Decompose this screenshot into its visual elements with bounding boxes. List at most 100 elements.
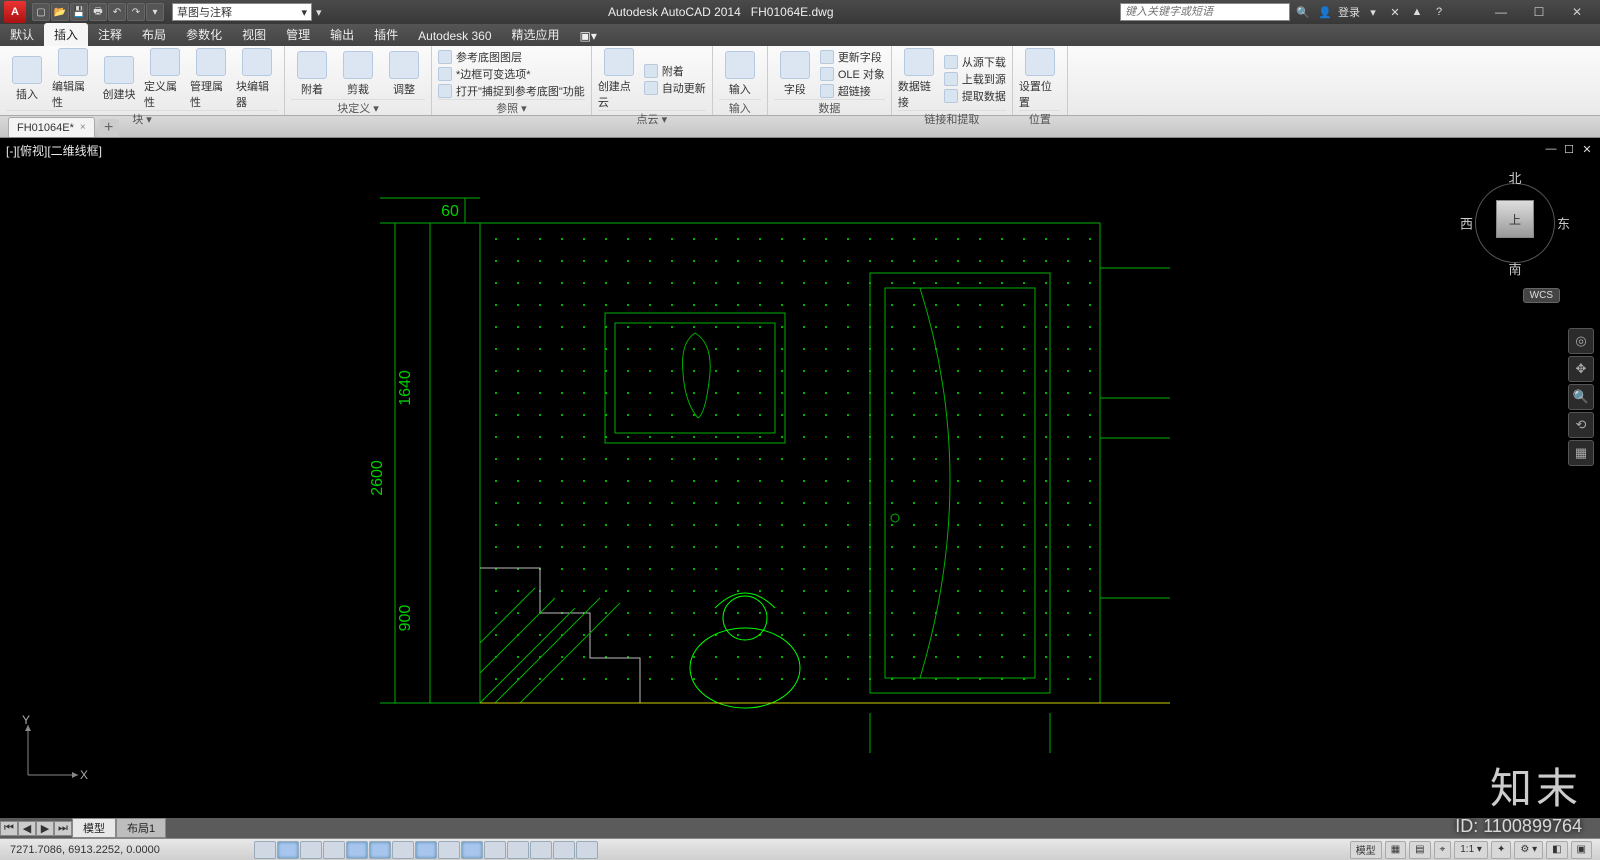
qat-undo-icon[interactable]: ↶	[108, 3, 126, 21]
nav-showmotion-icon[interactable]: ▦	[1568, 440, 1594, 466]
toggle-tpy[interactable]	[507, 841, 529, 859]
create-block-button[interactable]: 创建块	[98, 56, 140, 102]
minimize-button[interactable]: —	[1482, 2, 1520, 22]
insert-block-button[interactable]: 插入	[6, 56, 48, 102]
qat-new-icon[interactable]: ▢	[32, 3, 50, 21]
toggle-grid[interactable]	[300, 841, 322, 859]
wcs-badge[interactable]: WCS	[1523, 288, 1560, 303]
snap-underlay-button[interactable]: 打开"捕捉到参考底图"功能	[438, 83, 585, 99]
annotation-scale-button[interactable]: 1:1 ▾	[1454, 841, 1488, 859]
workspace-gear-icon[interactable]: ✦	[1491, 841, 1511, 859]
tab-a360[interactable]: Autodesk 360	[408, 26, 501, 46]
toggle-polar[interactable]	[346, 841, 368, 859]
tab-annotate[interactable]: 注释	[88, 23, 132, 46]
create-pointcloud-button[interactable]: 创建点云	[598, 48, 640, 110]
tab-view[interactable]: 视图	[232, 23, 276, 46]
search-icon[interactable]: 🔍	[1294, 3, 1312, 21]
panel-title[interactable]: 点云 ▾	[598, 110, 706, 126]
toggle-lwt[interactable]	[484, 841, 506, 859]
upload-source-button[interactable]: 上载到源	[944, 71, 1006, 87]
update-fields-button[interactable]: 更新字段	[820, 49, 885, 65]
set-location-button[interactable]: 设置位置	[1019, 48, 1061, 110]
tab-expand-icon[interactable]: ▣▾	[570, 26, 607, 46]
panel-title[interactable]: 块定义 ▾	[291, 99, 425, 115]
app-logo[interactable]: A	[4, 1, 26, 23]
tab-parametric[interactable]: 参数化	[176, 23, 232, 46]
modelspace-button[interactable]: 模型	[1350, 841, 1382, 859]
viewcube-north[interactable]: 北	[1508, 168, 1521, 187]
toggle-infer[interactable]	[254, 841, 276, 859]
clip-button[interactable]: 剪裁	[337, 51, 379, 97]
download-source-button[interactable]: 从源下载	[944, 54, 1006, 70]
edit-attr-button[interactable]: 编辑属性	[52, 48, 94, 110]
viewcube-south[interactable]: 南	[1508, 259, 1521, 278]
import-button[interactable]: 输入	[719, 51, 761, 97]
exchange-icon[interactable]: ✕	[1386, 3, 1404, 21]
nav-orbit-icon[interactable]: ⟲	[1568, 412, 1594, 438]
tab-addins[interactable]: 插件	[364, 23, 408, 46]
drawing-viewport[interactable]: [-][俯视][二维线框] — ☐ ✕	[0, 138, 1600, 818]
login-label[interactable]: 登录	[1338, 4, 1360, 20]
pc-attach-button[interactable]: 附着	[644, 63, 706, 79]
tab-insert[interactable]: 插入	[44, 23, 88, 46]
tab-default[interactable]: 默认	[0, 23, 44, 46]
toggle-ducs[interactable]	[438, 841, 460, 859]
adjust-button[interactable]: 调整	[383, 51, 425, 97]
toggle-ortho[interactable]	[323, 841, 345, 859]
tab-output[interactable]: 输出	[320, 23, 364, 46]
toggle-3dosnap[interactable]	[392, 841, 414, 859]
toggle-dyn[interactable]	[461, 841, 483, 859]
a360-icon[interactable]: ▲	[1408, 3, 1426, 21]
nav-wheel-icon[interactable]: ◎	[1568, 328, 1594, 354]
field-button[interactable]: 字段	[774, 51, 816, 97]
chevron-down-icon[interactable]: ▾	[1364, 3, 1382, 21]
user-icon[interactable]: 👤	[1316, 3, 1334, 21]
qat-save-icon[interactable]: 💾	[70, 3, 88, 21]
qat-redo-icon[interactable]: ↷	[127, 3, 145, 21]
nav-zoom-icon[interactable]: 🔍	[1568, 384, 1594, 410]
workspace-selector[interactable]: 草图与注释 ▾	[172, 3, 312, 21]
qat-print-icon[interactable]: 🖶	[89, 3, 107, 21]
tab-featured[interactable]: 精选应用	[502, 23, 570, 46]
settings-gear-icon[interactable]: ⚙ ▾	[1514, 841, 1543, 859]
qat-more-icon[interactable]: ▾	[146, 3, 164, 21]
viewcube-top-face[interactable]: 上	[1496, 200, 1534, 238]
datalink-button[interactable]: 数据链接	[898, 48, 940, 110]
grid-display-icon[interactable]: ▦	[1385, 841, 1406, 859]
new-tab-button[interactable]: +	[99, 119, 119, 137]
panel-title[interactable]: 参照 ▾	[438, 99, 585, 115]
viewcube-west[interactable]: 西	[1460, 214, 1473, 233]
annotation-vis-icon[interactable]: ⌖	[1434, 841, 1452, 859]
isolate-objects-icon[interactable]: ▣	[1571, 841, 1592, 859]
toggle-am[interactable]	[576, 841, 598, 859]
extract-data-button[interactable]: 提取数据	[944, 88, 1006, 104]
define-attr-button[interactable]: 定义属性	[144, 48, 186, 110]
file-tab[interactable]: FH01064E* ×	[8, 117, 95, 137]
toggle-sc[interactable]	[553, 841, 575, 859]
pc-autoupdate-button[interactable]: 自动更新	[644, 80, 706, 96]
help-icon[interactable]: ?	[1430, 3, 1448, 21]
close-button[interactable]: ✕	[1558, 2, 1596, 22]
nav-pan-icon[interactable]: ✥	[1568, 356, 1594, 382]
toggle-snap[interactable]	[277, 841, 299, 859]
frame-vary-button[interactable]: *边框可变选项*	[438, 66, 585, 82]
coordinates-readout[interactable]: 7271.7086, 6913.2252, 0.0000	[0, 844, 250, 856]
close-tab-icon[interactable]: ×	[80, 122, 86, 133]
underlay-layers-button[interactable]: 参考底图图层	[438, 49, 585, 65]
hyperlink-button[interactable]: 超链接	[820, 83, 885, 99]
layout-last-icon[interactable]: ⏭	[54, 821, 72, 836]
layout-grid-icon[interactable]: ▤	[1409, 841, 1430, 859]
toggle-qp[interactable]	[530, 841, 552, 859]
viewcube[interactable]: 北 南 西 东 上	[1460, 168, 1570, 278]
layout-tab-model[interactable]: 模型	[72, 818, 116, 838]
toggle-otrack[interactable]	[415, 841, 437, 859]
search-input[interactable]	[1120, 3, 1290, 21]
viewcube-east[interactable]: 东	[1557, 214, 1570, 233]
ole-object-button[interactable]: OLE 对象	[820, 66, 885, 82]
maximize-button[interactable]: ☐	[1520, 2, 1558, 22]
block-editor-button[interactable]: 块编辑器	[236, 48, 278, 110]
qat-open-icon[interactable]: 📂	[51, 3, 69, 21]
tab-manage[interactable]: 管理	[276, 23, 320, 46]
layout-next-icon[interactable]: ▶	[36, 821, 54, 836]
tab-layout[interactable]: 布局	[132, 23, 176, 46]
